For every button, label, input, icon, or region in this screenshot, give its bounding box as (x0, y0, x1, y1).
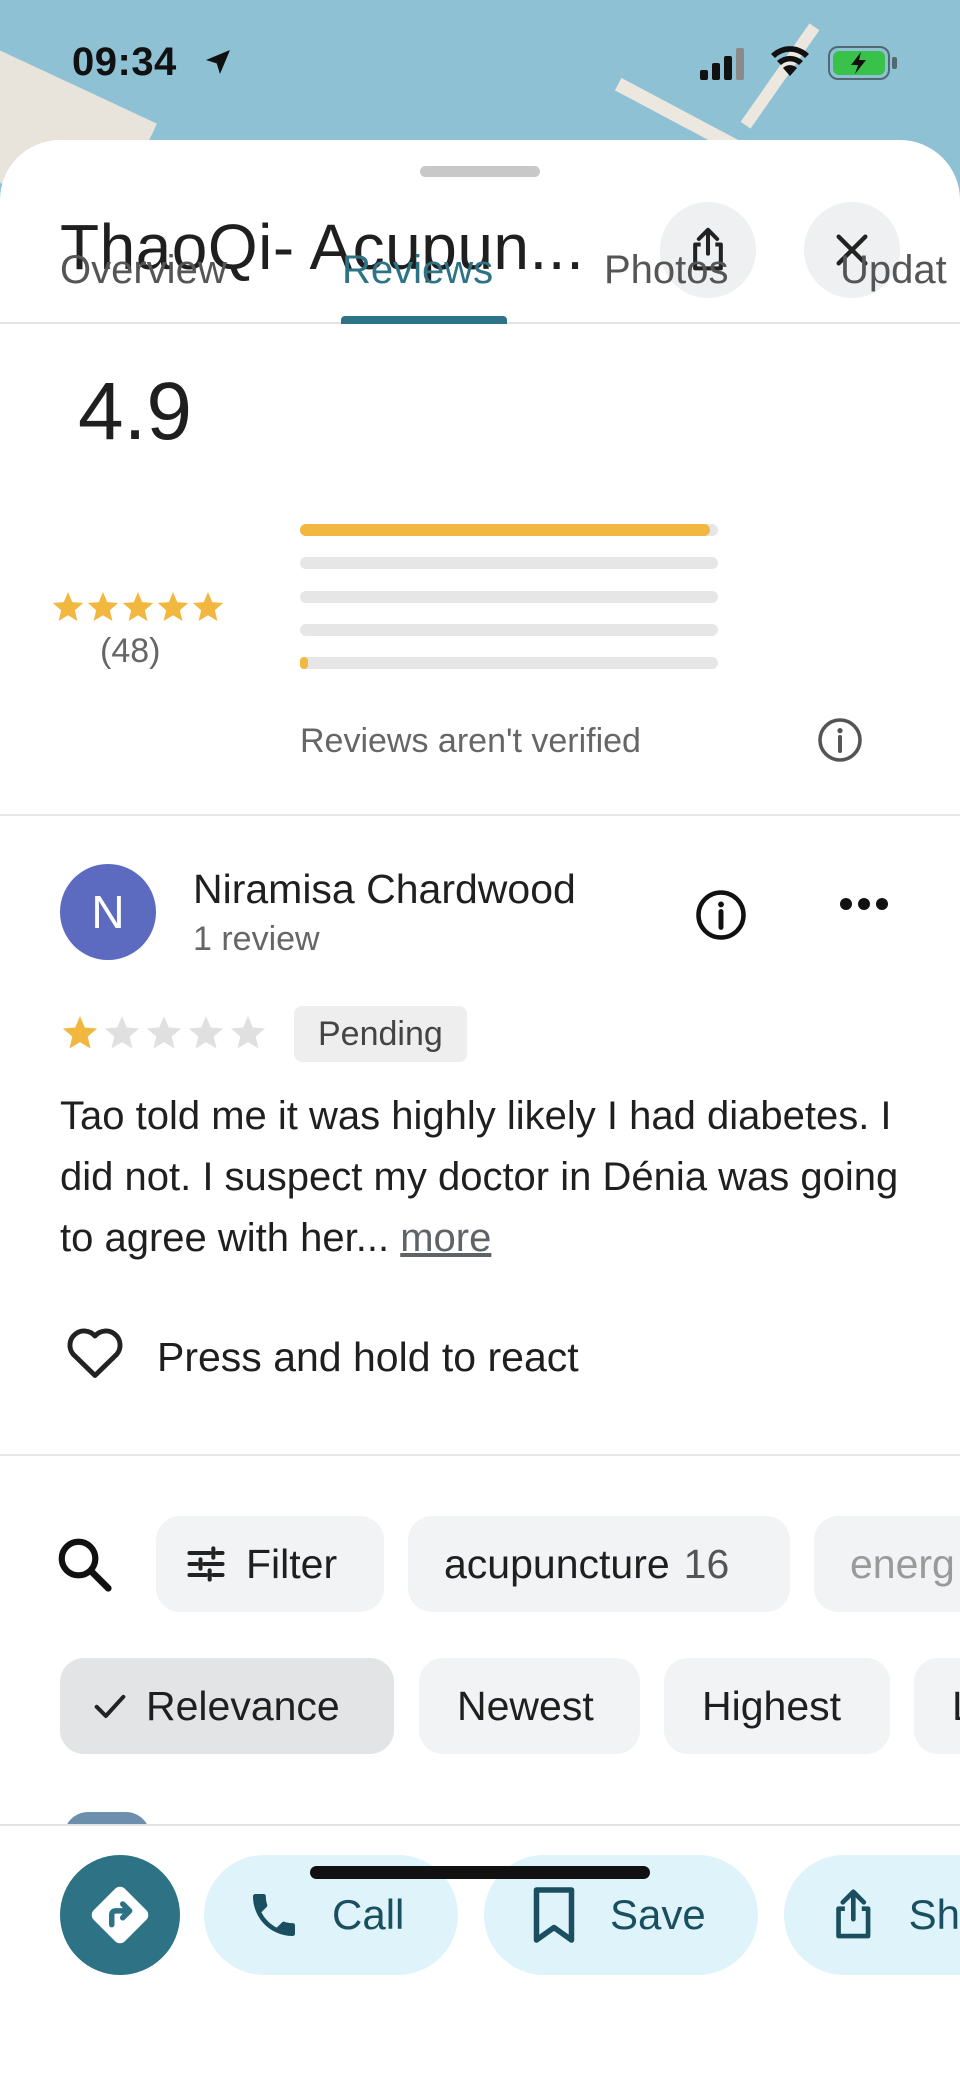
section-divider (0, 1454, 960, 1456)
more-options-icon[interactable] (838, 896, 890, 912)
place-tabs: Overview Reviews Photos Updat (0, 220, 960, 324)
rating-bar-1 (300, 657, 718, 669)
sort-newest[interactable]: Newest (419, 1658, 640, 1754)
star-filled-icon (87, 592, 119, 621)
reviews-unverified-notice: Reviews aren't verified (300, 722, 641, 760)
share-label: Sh (908, 1891, 960, 1938)
sort-lowest[interactable]: L (914, 1658, 960, 1754)
wifi-icon (771, 46, 809, 76)
phone-icon (253, 1894, 295, 1936)
sort-relevance[interactable]: Relevance (60, 1658, 394, 1754)
cellular-signal-icon (700, 48, 744, 80)
status-time: 09:34 (72, 40, 177, 84)
sort-label: Relevance (146, 1682, 340, 1729)
tab-photos[interactable]: Photos (604, 248, 729, 293)
average-rating: 4.9 (78, 366, 192, 457)
save-label: Save (610, 1891, 706, 1938)
review-text: Tao told me it was highly likely I had d… (60, 1086, 900, 1269)
topic-chip-energy[interactable]: energ (814, 1516, 960, 1612)
share-icon (836, 1889, 871, 1939)
sheet-grabber[interactable] (420, 166, 540, 177)
more-link[interactable]: more (400, 1216, 491, 1260)
star-empty-icon (230, 1016, 266, 1049)
avatar[interactable]: N (60, 864, 156, 960)
location-arrow-icon (206, 50, 230, 74)
heart-icon[interactable] (64, 1322, 126, 1380)
reviewer-name[interactable]: Niramisa Chardwood (193, 866, 576, 913)
topic-label: energ (850, 1540, 955, 1587)
tab-reviews[interactable]: Reviews (342, 248, 493, 293)
filter-label: Filter (246, 1540, 338, 1587)
rating-bar-2 (300, 624, 718, 636)
star-empty-icon (146, 1016, 182, 1049)
search-icon[interactable] (54, 1534, 116, 1596)
star-filled-icon (52, 592, 84, 621)
status-bar: 09:34 (0, 0, 960, 130)
bookmark-icon (533, 1887, 575, 1943)
battery-charging-icon (828, 46, 897, 80)
share-action-button[interactable]: Sh (784, 1855, 960, 1975)
sort-label: L (952, 1683, 960, 1730)
rating-bar-4 (300, 557, 718, 569)
status-badge: Pending (294, 1006, 467, 1062)
star-filled-icon (122, 592, 154, 621)
directions-button[interactable] (60, 1855, 180, 1975)
section-divider (0, 814, 960, 816)
star-filled-icon (62, 1016, 98, 1049)
sort-label: Newest (457, 1682, 594, 1729)
rating-bar-5 (300, 524, 718, 536)
active-tab-indicator (341, 316, 507, 324)
star-filled-icon (192, 592, 224, 621)
tab-overview[interactable]: Overview (60, 248, 227, 293)
rating-bar-fill (300, 657, 309, 669)
sort-label: Highest (702, 1682, 842, 1729)
topic-label: acupuncture (444, 1540, 670, 1587)
bottom-action-bar: Call Save Sh (0, 1824, 960, 2079)
tab-updates[interactable]: Updat (840, 248, 947, 293)
sort-highest[interactable]: Highest (664, 1658, 890, 1754)
topic-chip-acupuncture[interactable]: acupuncture 16 (408, 1516, 790, 1612)
reviewer-review-count: 1 review (193, 920, 320, 958)
star-filled-icon (157, 592, 189, 621)
check-icon (94, 1694, 126, 1718)
home-indicator (310, 1866, 650, 1879)
call-label: Call (332, 1891, 405, 1938)
info-icon[interactable] (816, 716, 864, 764)
tune-icon (187, 1546, 225, 1582)
filter-button[interactable]: Filter (156, 1516, 384, 1612)
star-empty-icon (104, 1016, 140, 1049)
topic-count: 16 (683, 1540, 730, 1587)
directions-icon (91, 1886, 149, 1944)
star-empty-icon (188, 1016, 224, 1049)
rating-bar-fill (300, 524, 710, 536)
review-count: (48) (100, 632, 161, 670)
rating-stars (52, 592, 224, 621)
rating-bar-3 (300, 591, 718, 603)
info-icon[interactable] (694, 888, 748, 942)
review-stars (62, 1016, 266, 1049)
react-label[interactable]: Press and hold to react (157, 1334, 579, 1381)
